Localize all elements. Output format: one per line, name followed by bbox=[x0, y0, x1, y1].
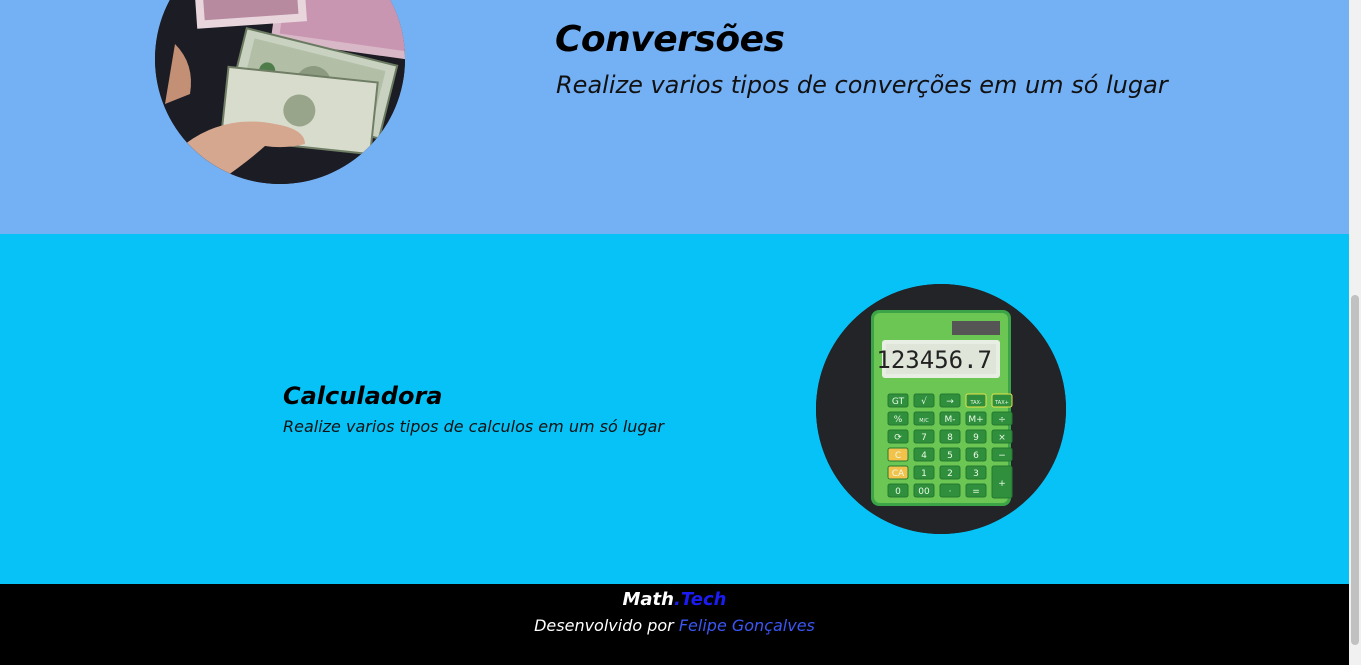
calc-key-label: M+ bbox=[968, 415, 983, 425]
developer-credit: Desenvolvido por Felipe Gonçalves bbox=[0, 616, 1349, 635]
calc-key-label: 9 bbox=[973, 433, 979, 443]
calc-key-label: 1 bbox=[921, 469, 927, 479]
calc-key-label: TAX+ bbox=[994, 400, 1009, 406]
calculator-display: 123456.7 bbox=[876, 346, 992, 374]
conversions-subtitle: Realize varios tipos de converções em um… bbox=[556, 71, 1168, 99]
developer-link[interactable]: Felipe Gonçalves bbox=[679, 616, 815, 635]
calc-key-label: ÷ bbox=[998, 415, 1006, 425]
calc-key-label: M- bbox=[944, 415, 955, 425]
calc-key-label: 4 bbox=[921, 451, 927, 461]
calculator-title: Calculadora bbox=[283, 382, 443, 410]
calc-key-label: 3 bbox=[973, 469, 979, 479]
calc-key-label: % bbox=[894, 415, 903, 425]
conversions-title: Conversões bbox=[555, 19, 785, 60]
calc-key-label: GT bbox=[892, 397, 905, 407]
calc-key-label: × bbox=[998, 433, 1006, 443]
calc-key-label: ⟳ bbox=[894, 433, 902, 443]
calc-key-label: 6 bbox=[973, 451, 979, 461]
dev-prefix: Desenvolvido por bbox=[534, 616, 674, 635]
calc-key-label: TAX- bbox=[969, 400, 981, 406]
page-scrollbar[interactable] bbox=[1349, 0, 1361, 665]
footer-brand[interactable]: Math.Tech bbox=[0, 589, 1349, 610]
calc-key-label: + bbox=[998, 479, 1006, 489]
calc-key-label: 7 bbox=[921, 433, 927, 443]
calculator-image: 123456.7 GT √ → TAX- TAX+% M/C M- M+ ÷ ⟳ 7 8 9 × C 4 5 6 −… bbox=[816, 284, 1066, 534]
calculator-section: Calculadora Realize varios tipos de calc… bbox=[0, 234, 1349, 584]
brand-math: Math bbox=[622, 589, 674, 610]
scrollbar-thumb[interactable] bbox=[1351, 295, 1359, 645]
calc-key-label: 2 bbox=[947, 469, 953, 479]
calc-key-label: · bbox=[949, 487, 952, 497]
calc-key-label: 0 bbox=[895, 487, 901, 497]
money-image bbox=[155, 0, 405, 184]
calc-key-label: → bbox=[946, 397, 954, 407]
calc-key-label: 8 bbox=[947, 433, 953, 443]
calculator-subtitle: Realize varios tipos de calculos em um s… bbox=[283, 417, 664, 436]
calc-key-label: √ bbox=[921, 396, 927, 407]
calc-key-label: C bbox=[895, 451, 901, 461]
calc-key-label: − bbox=[998, 451, 1006, 461]
conversions-section: Conversões Realize varios tipos de conve… bbox=[0, 0, 1349, 234]
footer: Math.Tech Desenvolvido por Felipe Gonçal… bbox=[0, 584, 1349, 665]
calc-key-label: 5 bbox=[947, 451, 953, 461]
calc-key-label: 00 bbox=[918, 487, 930, 497]
calc-key-label: = bbox=[972, 487, 980, 497]
brand-tech: .Tech bbox=[673, 589, 727, 610]
calc-key-label: M/C bbox=[919, 418, 929, 424]
calc-key-label: CA bbox=[892, 469, 905, 479]
